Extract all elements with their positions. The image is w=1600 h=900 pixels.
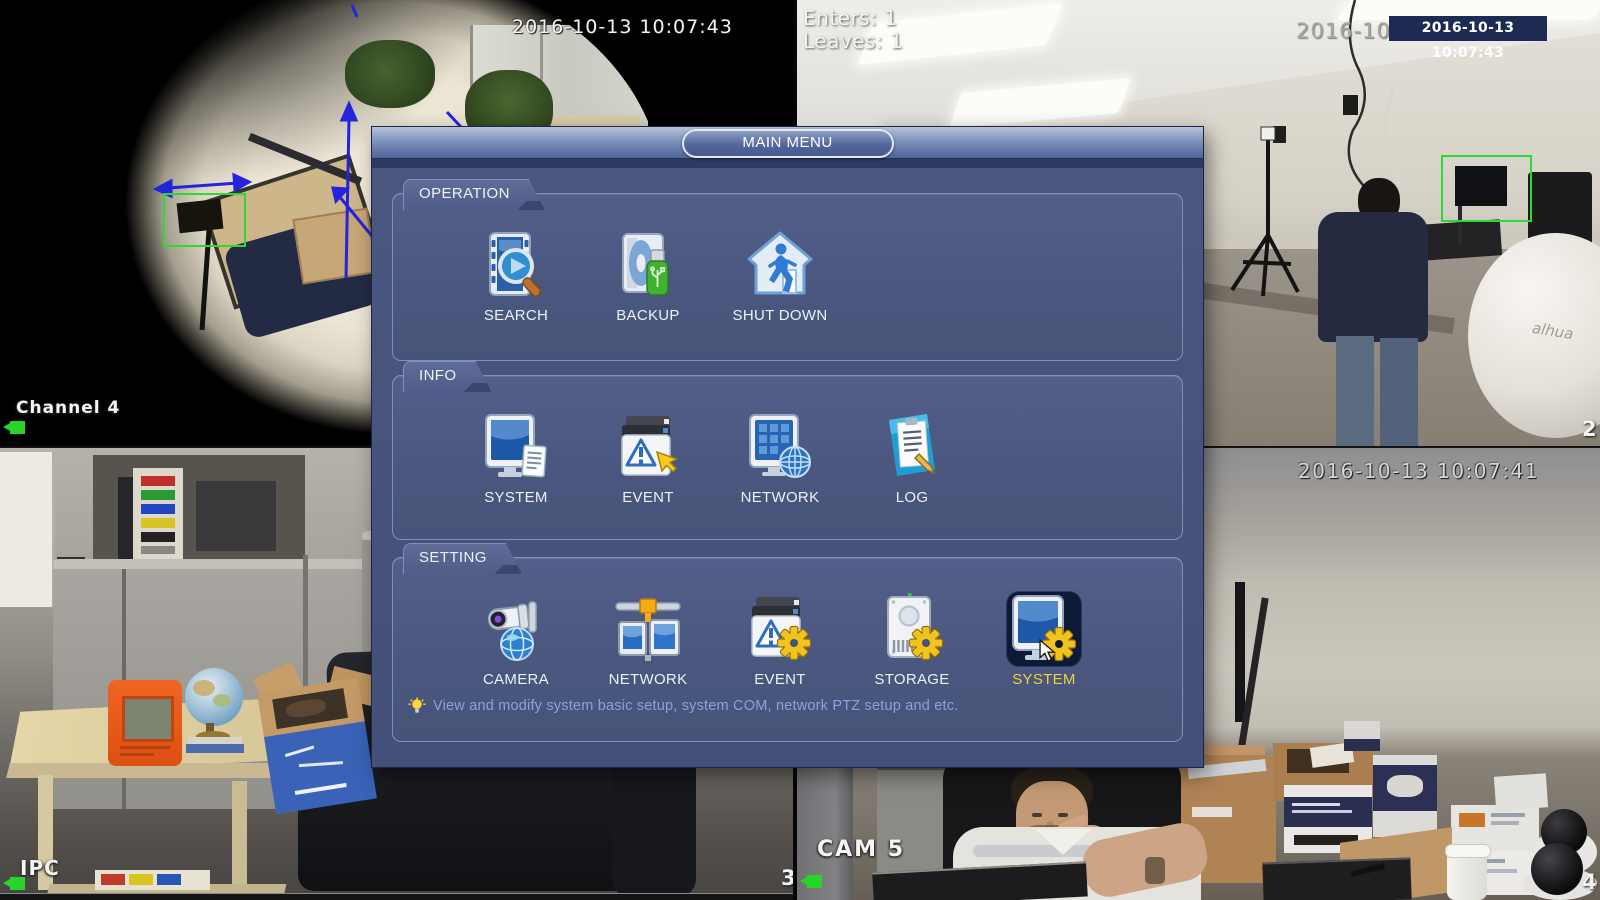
menu-item-camera-setting[interactable]: CAMERA xyxy=(450,592,582,688)
main-menu-dialog: MAIN MENU OPERATION SEARCH BACKUP SHUT D… xyxy=(372,127,1203,767)
channel-number: 2 xyxy=(1582,417,1597,441)
menu-item-system-info[interactable]: SYSTEM xyxy=(450,410,582,506)
menu-item-storage-setting[interactable]: STORAGE xyxy=(846,592,978,688)
camera-osd-timestamp-partial: 2016-10 xyxy=(1296,19,1391,43)
channel-name-osd: CAM 5 xyxy=(817,837,906,862)
hint-text: View and modify system basic setup, syst… xyxy=(433,698,959,714)
person-jeans xyxy=(1380,338,1418,447)
cubicle-monitor xyxy=(196,481,276,551)
menu-item-label: CAMERA xyxy=(483,671,549,688)
recording-icon xyxy=(3,421,25,434)
nvr-live-view: 2016-10-13 10:07:43 Channel 4 alhua Ente… xyxy=(0,0,1600,900)
timestamp-osd: 2016-10-13 10:07:41 xyxy=(1298,459,1539,483)
person-jeans xyxy=(1336,336,1374,447)
menu-item-shutdown[interactable]: SHUT DOWN xyxy=(714,228,846,324)
menu-item-label: EVENT xyxy=(622,489,674,506)
menu-item-log[interactable]: LOG xyxy=(846,410,978,506)
menu-item-label: NETWORK xyxy=(740,489,820,506)
event-setting-icon xyxy=(751,597,812,661)
menu-item-label: EVENT xyxy=(754,671,806,688)
channel-name-osd: IPC xyxy=(20,856,60,880)
menu-item-network-info[interactable]: NETWORK xyxy=(714,410,846,506)
menu-item-event-info[interactable]: EVENT xyxy=(582,410,714,506)
menu-item-label: STORAGE xyxy=(874,671,950,688)
menu-item-event-setting[interactable]: EVENT xyxy=(714,592,846,688)
menu-item-label: SYSTEM xyxy=(484,489,548,506)
menu-item-search[interactable]: SEARCH xyxy=(450,228,582,324)
small-white-box xyxy=(1493,773,1549,811)
menu-item-label: BACKUP xyxy=(616,307,680,324)
network-info-icon xyxy=(749,414,811,478)
motion-detection-box xyxy=(163,193,246,247)
channel-number: 4 xyxy=(1582,870,1597,894)
section-operation: OPERATION SEARCH BACKUP SHUT DOWN xyxy=(392,193,1183,361)
menu-item-label: NETWORK xyxy=(608,671,688,688)
network-setting-icon xyxy=(615,598,681,661)
camera-setting-icon xyxy=(487,601,537,661)
table-leg xyxy=(232,781,247,891)
recording-icon xyxy=(3,877,25,890)
leaves-counter-osd: Leaves: 1 xyxy=(803,29,904,53)
nvr-product-box xyxy=(1373,755,1437,837)
section-label-setting: SETTING xyxy=(403,543,522,574)
overlay-timestamp-box: 2016-10-13 10:07:43 xyxy=(1389,16,1547,61)
timestamp-osd: 2016-10-13 10:07:43 xyxy=(512,16,733,38)
letterbox-strip xyxy=(0,893,795,900)
globe xyxy=(185,668,243,726)
retro-computer-screen xyxy=(122,696,174,742)
small-product-box xyxy=(1344,721,1380,751)
test-chart xyxy=(133,468,183,562)
spectra-box-front xyxy=(263,721,377,815)
backup-icon xyxy=(622,233,669,296)
menu-item-label: SYSTEM xyxy=(1012,671,1076,688)
search-icon xyxy=(489,232,542,297)
coffee-cup xyxy=(1445,844,1491,900)
spectra-box xyxy=(257,677,377,815)
section-label-operation: OPERATION xyxy=(403,179,545,210)
menu-item-label: SEARCH xyxy=(483,307,549,324)
magazine xyxy=(95,870,210,890)
menu-item-backup[interactable]: BACKUP xyxy=(582,228,714,324)
retro-computer xyxy=(108,680,182,766)
dialog-title: MAIN MENU xyxy=(681,129,894,158)
section-label-info: INFO xyxy=(403,361,491,392)
mouse-cursor xyxy=(1039,639,1057,662)
event-info-icon xyxy=(621,416,679,476)
log-icon xyxy=(889,414,936,476)
tip-bulb-icon xyxy=(408,697,426,713)
leaning-pole xyxy=(1235,582,1245,722)
dialog-body: OPERATION SEARCH BACKUP SHUT DOWN INFO S… xyxy=(372,193,1203,742)
section-info: INFO SYSTEM EVENT NETWORK LOG xyxy=(392,375,1183,540)
section-setting: SETTING CAMERA NETWORK EVENT STORAGE SYS… xyxy=(392,557,1183,742)
hint-row: View and modify system basic setup, syst… xyxy=(408,697,1182,715)
system-info-icon xyxy=(485,414,547,478)
enters-counter-osd: Enters: 1 xyxy=(803,6,898,30)
books xyxy=(186,744,244,753)
face-detection-box xyxy=(1441,155,1532,222)
whiteboard xyxy=(0,452,55,607)
titlebar-shadow-band xyxy=(372,158,1203,168)
menu-item-network-setting[interactable]: NETWORK xyxy=(582,592,714,688)
channel-name-osd: Channel 4 xyxy=(16,398,121,418)
wrist-watch xyxy=(1145,857,1165,884)
storage-setting-icon xyxy=(887,593,944,661)
dome-camera xyxy=(1531,843,1583,895)
recording-icon xyxy=(800,875,822,888)
books xyxy=(188,737,242,744)
person-hoodie xyxy=(1318,212,1428,342)
shutdown-icon xyxy=(747,231,813,295)
dialog-titlebar: MAIN MENU xyxy=(372,127,1203,158)
menu-item-label: SHUT DOWN xyxy=(732,307,828,324)
menu-item-label: LOG xyxy=(895,489,929,506)
laptop-on-desk xyxy=(1262,857,1412,900)
